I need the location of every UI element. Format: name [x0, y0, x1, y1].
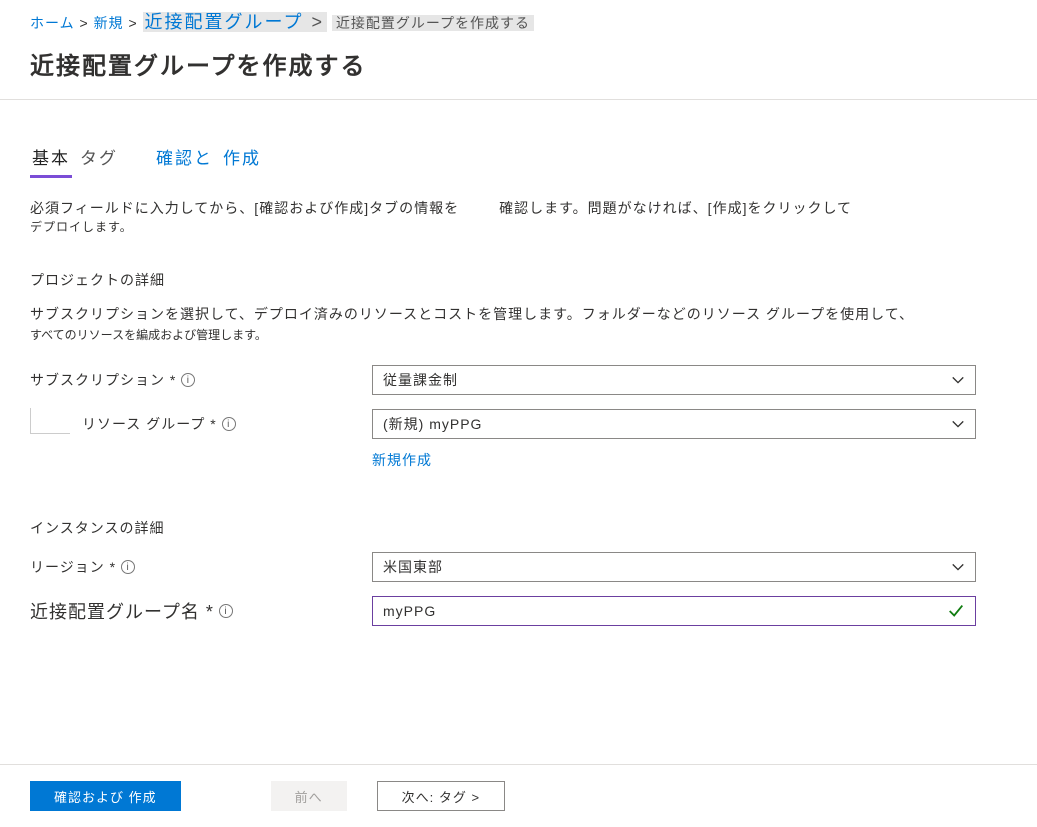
page-title: 近接配置グループを作成する	[0, 38, 1037, 100]
resource-group-label: リソース グループ * i	[82, 414, 236, 434]
next-button[interactable]: 次へ: タグ >	[377, 781, 505, 811]
region-label: リージョン * i	[30, 557, 372, 577]
info-icon[interactable]: i	[222, 417, 236, 431]
footer: 確認および 作成 前へ 次へ: タグ >	[0, 764, 1037, 827]
project-desc1: サブスクリプションを選択して、デプロイ済みのリソースとコストを管理します。フォル…	[30, 304, 990, 324]
intro-text-right: 確認します。問題がなければ、[作成]をクリックして	[499, 198, 852, 218]
breadcrumb-current: 近接配置グループを作成する	[332, 15, 534, 31]
project-desc2: すべてのリソースを編成および管理します。	[30, 326, 1007, 343]
tab-tags[interactable]: タグ	[78, 140, 120, 178]
chevron-down-icon	[951, 373, 965, 387]
subscription-label: サブスクリプション * i	[30, 370, 372, 390]
ppg-name-value: myPPG	[383, 603, 436, 619]
breadcrumb-new[interactable]: 新規	[94, 15, 124, 31]
tabs: 基本 タグ 確認と 作成	[30, 140, 1007, 178]
breadcrumb: ホーム > 新規 > 近接配置グループ > 近接配置グループを作成する	[0, 0, 1037, 38]
info-icon[interactable]: i	[121, 560, 135, 574]
resource-group-value: (新規) myPPG	[383, 414, 482, 434]
breadcrumb-ppg[interactable]: 近接配置グループ	[143, 12, 306, 32]
chevron-down-icon	[951, 560, 965, 574]
chevron-down-icon	[951, 417, 965, 431]
check-icon	[947, 602, 965, 620]
ppg-name-label: 近接配置グループ名 * i	[30, 598, 372, 624]
subscription-select[interactable]: 従量課金制	[372, 365, 976, 395]
info-icon[interactable]: i	[181, 373, 195, 387]
resource-group-select[interactable]: (新規) myPPG	[372, 409, 976, 439]
region-select[interactable]: 米国東部	[372, 552, 976, 582]
intro-text-line2: デプロイします。	[30, 218, 990, 235]
project-details-header: プロジェクトの詳細	[30, 270, 1007, 290]
breadcrumb-home[interactable]: ホーム	[30, 15, 75, 31]
intro-text-left: 必須フィールドに入力してから、[確認および作成]タブの情報を	[30, 198, 459, 218]
intro-description: 必須フィールドに入力してから、[確認および作成]タブの情報を 確認します。問題が…	[30, 198, 990, 235]
region-value: 米国東部	[383, 557, 443, 577]
create-new-link[interactable]: 新規作成	[372, 450, 432, 470]
review-create-button[interactable]: 確認および 作成	[30, 781, 181, 811]
tab-review-create[interactable]: 作成	[221, 140, 263, 178]
info-icon[interactable]: i	[219, 604, 233, 618]
previous-button: 前へ	[271, 781, 347, 811]
subscription-value: 従量課金制	[383, 370, 458, 390]
indent-connector	[30, 408, 70, 434]
tab-review[interactable]: 確認と	[154, 140, 215, 178]
tab-basics[interactable]: 基本	[30, 140, 72, 178]
instance-details-header: インスタンスの詳細	[30, 518, 1007, 538]
ppg-name-input[interactable]: myPPG	[372, 596, 976, 626]
